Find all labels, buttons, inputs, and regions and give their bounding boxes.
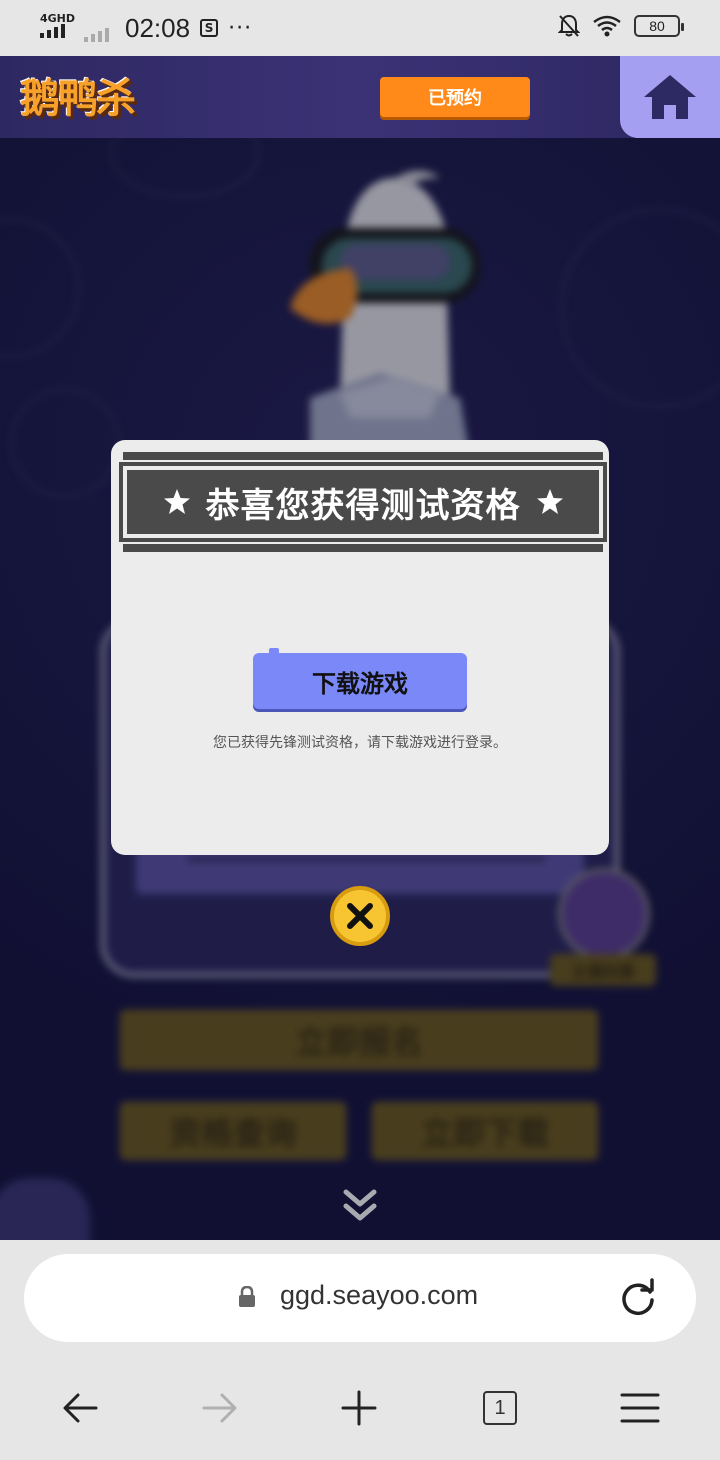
more-dots-icon: ···: [228, 15, 253, 41]
close-icon: [347, 903, 373, 929]
modal-message: 您已获得先锋测试资格，请下载游戏进行登录。: [213, 735, 507, 751]
clock: 02:08: [125, 12, 191, 43]
bell-muted-icon: [558, 14, 580, 37]
hamburger-menu-icon: [620, 1393, 660, 1423]
arrow-left-icon: [63, 1393, 98, 1423]
battery-icon: 80: [634, 15, 684, 37]
modal-top-bar: [123, 452, 603, 460]
browser-nav-row: 1: [0, 1380, 720, 1436]
plus-icon: [341, 1390, 377, 1426]
reload-icon[interactable]: [618, 1278, 658, 1318]
home-button[interactable]: [620, 56, 720, 138]
app-header: 鹅鸭杀 已预约: [0, 56, 720, 138]
cellular-signal: 4GHD: [40, 10, 76, 46]
tab-count: 1: [483, 1391, 517, 1425]
status-right: 80: [558, 14, 684, 38]
close-modal-button[interactable]: [330, 886, 390, 946]
qualification-modal: 恭喜您获得测试资格 下载游戏 您已获得先锋测试资格，请下载游戏进行登录。: [111, 440, 609, 855]
address-bar[interactable]: ggd.seayoo.com: [24, 1254, 696, 1342]
download-game-button[interactable]: 下载游戏: [253, 648, 467, 709]
network-type: 4GHD: [40, 12, 76, 25]
arrow-right-icon: [202, 1393, 237, 1423]
back-button[interactable]: [50, 1380, 110, 1436]
browser-toolbar: ggd.seayoo.com 1: [0, 1240, 720, 1460]
status-bar: 4GHD 02:08 S ··· 80: [0, 0, 720, 56]
wifi-icon: [593, 15, 621, 37]
s-app-icon: S: [200, 19, 219, 37]
home-icon: [644, 75, 696, 119]
lock-icon: [239, 1286, 255, 1307]
menu-button[interactable]: [610, 1380, 670, 1436]
status-left: 4GHD 02:08 S ···: [40, 10, 252, 46]
modal-title-box: 恭喜您获得测试资格: [119, 462, 607, 542]
reserved-button[interactable]: 已预约: [380, 77, 530, 117]
signal-bars-icon: [40, 24, 74, 38]
modal-title: 恭喜您获得测试资格: [205, 485, 521, 526]
tabs-button[interactable]: 1: [470, 1380, 530, 1436]
star-icon: [536, 489, 563, 514]
forward-button[interactable]: [190, 1380, 250, 1436]
new-tab-button[interactable]: [329, 1380, 389, 1436]
url-text: ggd.seayoo.com: [280, 1280, 479, 1310]
signal-bars-secondary-icon: [84, 28, 109, 42]
modal-bottom-bar: [123, 544, 603, 552]
star-icon: [163, 489, 190, 514]
game-logo[interactable]: 鹅鸭杀: [20, 66, 136, 124]
